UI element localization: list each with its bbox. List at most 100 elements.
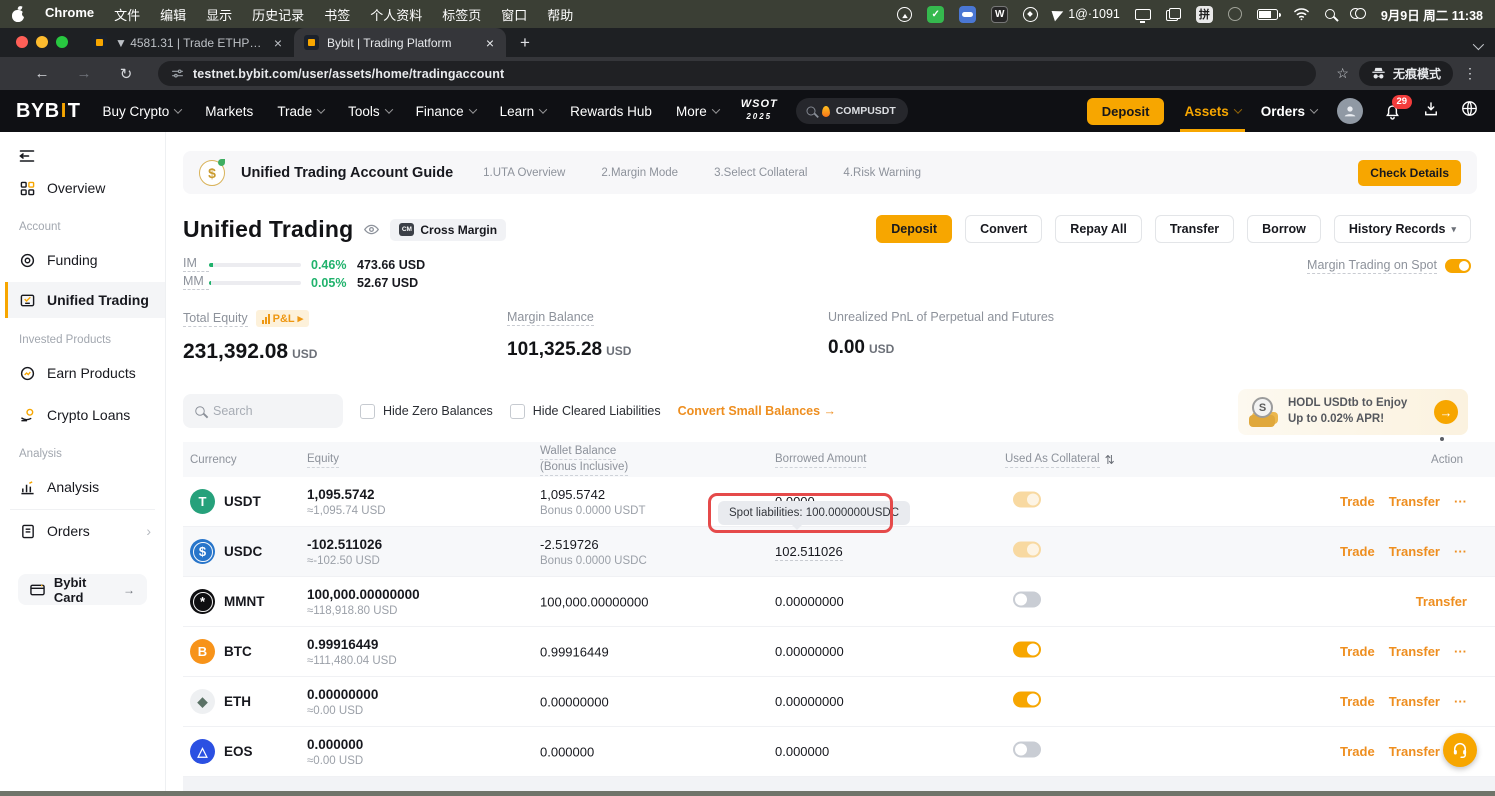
hodl-promo-banner[interactable]: S HODL USDtb to Enjoy Up to 0.02% APR! → bbox=[1238, 389, 1468, 435]
collateral-toggle[interactable] bbox=[1013, 741, 1041, 757]
close-window-button[interactable] bbox=[16, 36, 28, 48]
convert-button[interactable]: Convert bbox=[965, 215, 1042, 243]
sidebar-item-crypto-loans[interactable]: Crypto Loans bbox=[19, 404, 130, 426]
nav-item-markets[interactable]: Markets bbox=[205, 104, 253, 119]
spotlight-search-icon[interactable] bbox=[1325, 9, 1335, 19]
hide-cleared-checkbox[interactable] bbox=[510, 404, 525, 419]
convert-small-balances-link[interactable]: Convert Small Balances → bbox=[678, 404, 836, 418]
compass-status-icon[interactable] bbox=[1023, 7, 1038, 22]
menubar-item-4[interactable]: 历史记录 bbox=[252, 5, 304, 24]
tab-close-icon[interactable]: × bbox=[484, 36, 496, 50]
back-button[interactable]: ← bbox=[22, 65, 62, 82]
input-method-icon[interactable]: 拼 bbox=[1196, 6, 1213, 23]
browser-menu-icon[interactable]: ⋮ bbox=[1455, 65, 1485, 82]
new-tab-button[interactable]: + bbox=[506, 33, 544, 53]
collateral-toggle[interactable] bbox=[1013, 641, 1041, 657]
sidebar-item-overview[interactable]: Overview bbox=[19, 177, 105, 199]
maximize-window-button[interactable] bbox=[56, 36, 68, 48]
repay-all-button[interactable]: Repay All bbox=[1055, 215, 1142, 243]
nav-deposit-button[interactable]: Deposit bbox=[1087, 98, 1165, 125]
hide-zero-balances-option[interactable]: Hide Zero Balances bbox=[360, 404, 493, 419]
deposit-button[interactable]: Deposit bbox=[876, 215, 952, 243]
transfer-link[interactable]: Transfer bbox=[1416, 594, 1467, 609]
trade-link[interactable]: Trade bbox=[1340, 644, 1375, 659]
tab-search-chevron-icon[interactable] bbox=[1473, 39, 1484, 50]
nav-search-pill[interactable]: COMPUSDT bbox=[796, 98, 908, 124]
w-app-status-icon[interactable]: W bbox=[991, 6, 1008, 23]
display-icon[interactable] bbox=[1135, 9, 1151, 20]
more-button[interactable]: ··· bbox=[1454, 644, 1467, 659]
sidebar-item-orders[interactable]: Orders › bbox=[19, 520, 165, 542]
sidebar-item-funding[interactable]: Funding bbox=[19, 249, 98, 271]
nav-item-rewards-hub[interactable]: Rewards Hub bbox=[570, 104, 652, 119]
more-button[interactable]: ··· bbox=[1454, 494, 1467, 509]
sidebar-item-analysis[interactable]: Analysis bbox=[19, 476, 99, 498]
browser-tab-ethperp[interactable]: ▼ 4581.31 | Trade ETHPERP | × bbox=[82, 28, 294, 57]
hide-balance-eye-icon[interactable] bbox=[363, 221, 380, 238]
col-collateral[interactable]: Used As Collateral ⇅ bbox=[1005, 442, 1115, 477]
col-equity[interactable]: Equity bbox=[307, 442, 339, 477]
collateral-toggle[interactable] bbox=[1013, 541, 1041, 557]
nav-item-finance[interactable]: Finance bbox=[416, 104, 476, 119]
transfer-button[interactable]: Transfer bbox=[1155, 215, 1234, 243]
vpn-status-icon[interactable]: ✓ bbox=[927, 6, 944, 23]
sidebar-item-earn-products[interactable]: Earn Products bbox=[19, 362, 136, 384]
user-switch-icon[interactable] bbox=[1350, 8, 1366, 20]
notifications-bell[interactable]: 29 bbox=[1383, 102, 1402, 121]
nav-item-buy-crypto[interactable]: Buy Crypto bbox=[103, 104, 182, 119]
download-icon[interactable] bbox=[1422, 100, 1440, 123]
mail-status[interactable]: 1@·1091 bbox=[1053, 7, 1120, 21]
trade-link[interactable]: Trade bbox=[1340, 544, 1375, 559]
nav-item-tools[interactable]: Tools bbox=[348, 104, 392, 119]
menubar-item-1[interactable]: 文件 bbox=[114, 5, 140, 24]
menubar-item-8[interactable]: 窗口 bbox=[501, 5, 527, 24]
asset-search-input[interactable]: Search bbox=[183, 394, 343, 428]
bybit-card-button[interactable]: Bybit Card → bbox=[18, 574, 147, 605]
sidebar-collapse-button[interactable] bbox=[19, 145, 35, 167]
hide-zero-checkbox[interactable] bbox=[360, 404, 375, 419]
more-button[interactable]: ··· bbox=[1454, 544, 1467, 559]
minimize-window-button[interactable] bbox=[36, 36, 48, 48]
menubar-item-6[interactable]: 个人资料 bbox=[370, 5, 422, 24]
menubar-item-3[interactable]: 显示 bbox=[206, 5, 232, 24]
menubar-item-7[interactable]: 标签页 bbox=[442, 5, 481, 24]
reload-button[interactable]: ↻ bbox=[106, 65, 146, 83]
guide-step-2[interactable]: 2.Margin Mode bbox=[601, 167, 678, 179]
support-chat-button[interactable] bbox=[1443, 733, 1477, 767]
language-globe-icon[interactable] bbox=[1460, 99, 1479, 123]
avatar[interactable] bbox=[1337, 98, 1363, 124]
col-borrowed[interactable]: Borrowed Amount bbox=[775, 442, 866, 477]
menubar-clock[interactable]: 9月9日 周二 11:38 bbox=[1381, 5, 1483, 24]
borrow-button[interactable]: Borrow bbox=[1247, 215, 1321, 243]
promo-arrow-button[interactable]: → bbox=[1434, 400, 1458, 424]
transfer-link[interactable]: Transfer bbox=[1389, 544, 1440, 559]
forward-button[interactable]: → bbox=[64, 65, 104, 82]
check-details-button[interactable]: Check Details bbox=[1358, 160, 1461, 186]
bybit-logo[interactable]: BYBIT bbox=[16, 100, 81, 123]
collateral-toggle[interactable] bbox=[1013, 491, 1041, 507]
guide-step-4[interactable]: 4.Risk Warning bbox=[843, 167, 921, 179]
address-bar[interactable]: testnet.bybit.com/user/assets/home/tradi… bbox=[158, 61, 1316, 86]
guide-step-1[interactable]: 1.UTA Overview bbox=[483, 167, 565, 179]
nav-item-trade[interactable]: Trade bbox=[277, 104, 324, 119]
proxy-status-icon[interactable] bbox=[897, 7, 912, 22]
mission-control-icon[interactable] bbox=[1166, 8, 1181, 21]
transfer-link[interactable]: Transfer bbox=[1389, 644, 1440, 659]
bookmark-star-icon[interactable]: ☆ bbox=[1328, 65, 1357, 82]
margin-trading-toggle[interactable] bbox=[1445, 259, 1471, 273]
wsot-logo[interactable]: WSOT2025 bbox=[741, 99, 778, 122]
sidebar-item-unified-trading[interactable]: Unified Trading bbox=[19, 289, 149, 311]
menubar-item-0[interactable]: Chrome bbox=[45, 5, 94, 24]
collateral-toggle[interactable] bbox=[1013, 691, 1041, 707]
nav-item-more[interactable]: More bbox=[676, 104, 719, 119]
browser-tab-bybit[interactable]: Bybit | Trading Platform × bbox=[294, 28, 506, 57]
transfer-link[interactable]: Transfer bbox=[1389, 494, 1440, 509]
guide-step-3[interactable]: 3.Select Collateral bbox=[714, 167, 807, 179]
history-records-button[interactable]: History Records ▾ bbox=[1334, 215, 1471, 243]
nav-orders-menu[interactable]: Orders bbox=[1261, 90, 1317, 132]
trade-link[interactable]: Trade bbox=[1340, 744, 1375, 759]
nav-assets-menu[interactable]: Assets bbox=[1184, 90, 1240, 132]
site-info-icon[interactable] bbox=[171, 67, 184, 80]
menubar-item-2[interactable]: 编辑 bbox=[160, 5, 186, 24]
transfer-link[interactable]: Transfer bbox=[1389, 744, 1440, 759]
